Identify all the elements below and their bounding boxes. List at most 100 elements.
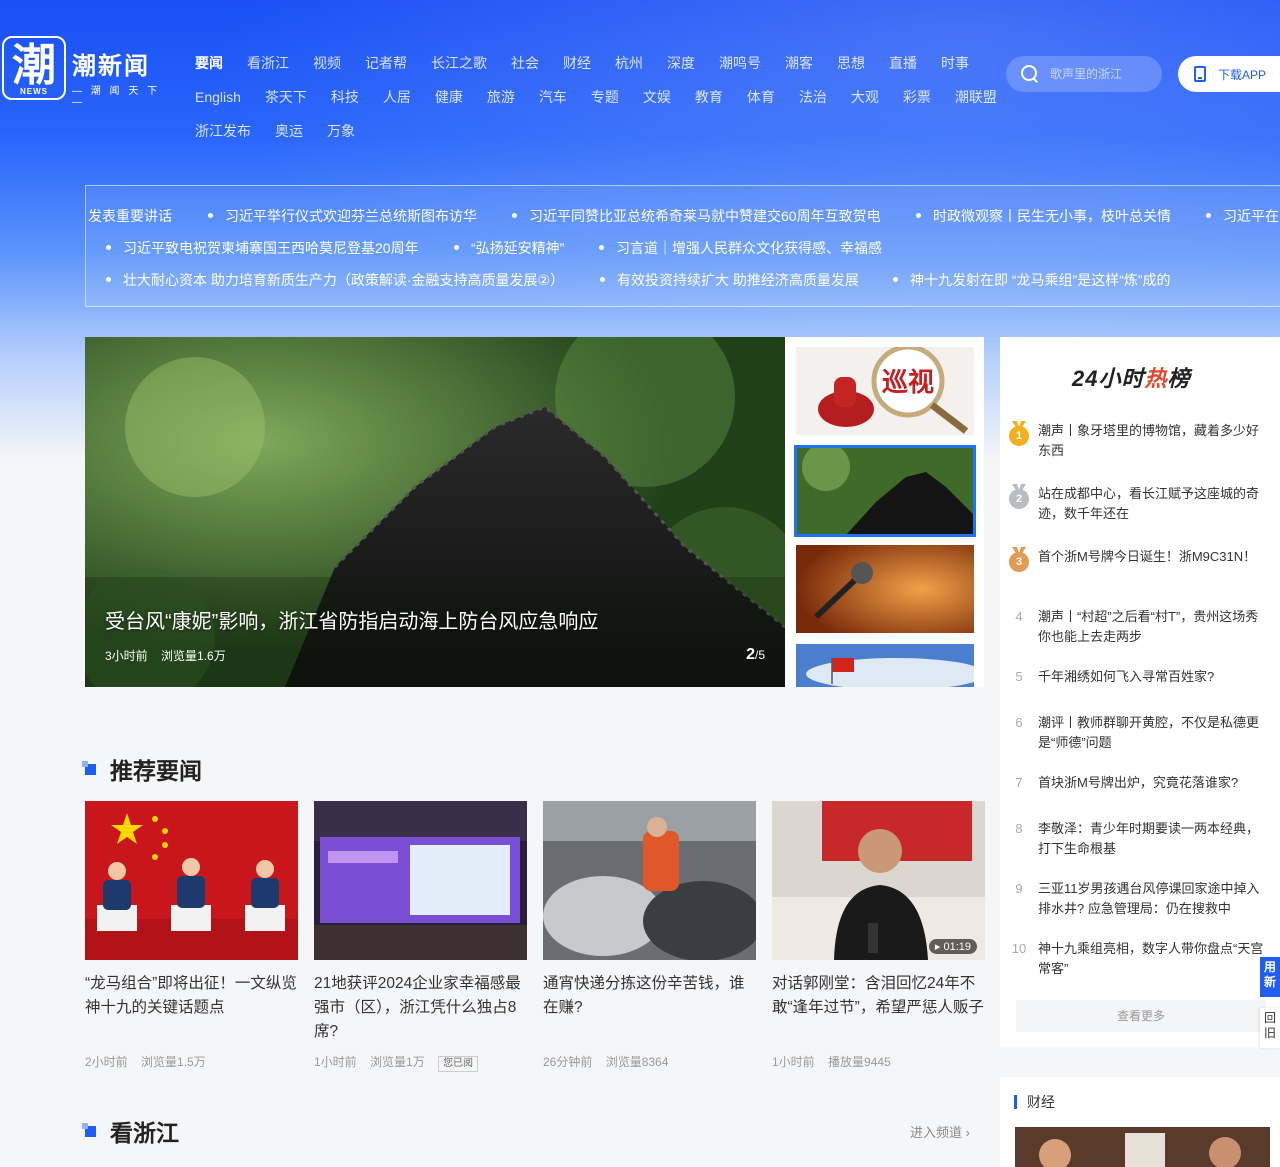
nav-item[interactable]: 大观 bbox=[851, 87, 879, 107]
hot-item[interactable]: 1 潮声丨象牙塔里的博物馆，藏着多少好东西 bbox=[1008, 421, 1273, 461]
bullet-icon bbox=[600, 276, 605, 282]
ticker-text: “弘扬延安精神” bbox=[471, 240, 565, 256]
nav-item[interactable]: English bbox=[195, 89, 241, 105]
hot-item[interactable]: 6 潮评丨教师群聊开黄腔，不仅是私德更是“师德”问题 bbox=[1008, 713, 1273, 753]
news-card-stat: 播放量9445 bbox=[828, 1055, 891, 1069]
nav-item[interactable]: 思想 bbox=[837, 53, 865, 73]
news-card-title[interactable]: 21地获评2024企业家幸福感最强市（区），浙江凭什么独占8席? bbox=[314, 972, 527, 1044]
news-card-meta: 1小时前 浏览量1万 您已阅 bbox=[314, 1053, 488, 1072]
nav-item[interactable]: 文娱 bbox=[643, 87, 671, 107]
nav-item[interactable]: 健康 bbox=[435, 87, 463, 107]
hot-item[interactable]: 3 首个浙M号牌今日诞生！浙M9C31N！ bbox=[1008, 547, 1273, 575]
ticker-item[interactable]: 壮大耐心资本 助力培育新质生产力（政策解读·金融支持高质量发展②） bbox=[106, 270, 564, 290]
nav-item[interactable]: 茶天下 bbox=[265, 87, 307, 107]
nav-item[interactable]: 视频 bbox=[313, 53, 341, 73]
carousel-thumb[interactable] bbox=[796, 545, 974, 633]
bullet-icon bbox=[454, 244, 459, 250]
ticker-item[interactable]: “弘扬延安精神” bbox=[454, 238, 564, 258]
news-card-stat: 浏览量1.5万 bbox=[141, 1055, 206, 1069]
nav-item[interactable]: 要闻 bbox=[195, 53, 223, 73]
ticker-item[interactable]: 时政微观察丨民生无小事，枝叶总关情 bbox=[916, 206, 1171, 226]
news-card-title[interactable]: “龙马组合”即将出征！一文纵览神十九的关键话题点 bbox=[85, 972, 298, 1020]
hot-item-text: 三亚11岁男孩遇台风停课回家途中掉入排水井? 应急管理局：仍在搜救中 bbox=[1038, 881, 1260, 916]
use-new-version-tab[interactable]: 用新 bbox=[1260, 957, 1280, 997]
hot-item[interactable]: 7 首块浙M号牌出炉，究竟花落谁家? bbox=[1008, 773, 1273, 793]
zhejiang-heading: 看浙江 bbox=[82, 1114, 179, 1148]
news-card[interactable]: 21地获评2024企业家幸福感最强市（区），浙江凭什么独占8席? 1小时前 浏览… bbox=[314, 801, 527, 1072]
ticker-item[interactable]: 习近平举行仪式欢迎芬兰总统斯图布访华 bbox=[208, 206, 477, 226]
ticker-item[interactable]: 习近平致电祝贺柬埔寨国王西哈莫尼登基20周年 bbox=[106, 238, 419, 258]
news-card[interactable]: “龙马组合”即将出征！一文纵览神十九的关键话题点 2小时前 浏览量1.5万 bbox=[85, 801, 298, 1069]
nav-item[interactable]: 杭州 bbox=[615, 53, 643, 73]
finance-panel: 财经 bbox=[1000, 1077, 1280, 1167]
nav-item[interactable]: 人居 bbox=[383, 87, 411, 107]
hot-item[interactable]: 4 潮声丨“村超”之后看“村T”，贵州这场秀你也能上去走两步 bbox=[1008, 607, 1273, 647]
carousel-title[interactable]: 受台风“康妮”影响，浙江省防指启动海上防台风应急响应 bbox=[105, 605, 598, 634]
finance-title[interactable]: 财经 bbox=[1014, 1095, 1055, 1109]
news-card-title[interactable]: 对话郭刚堂：含泪回忆24年不敢“逢年过节”，希望严惩人贩子 bbox=[772, 972, 985, 1020]
nav-item[interactable]: 社会 bbox=[511, 53, 539, 73]
search-input[interactable] bbox=[1050, 67, 1160, 81]
ticker-item[interactable]: 习言道｜增强人民群众文化获得感、幸福感 bbox=[599, 238, 882, 258]
finance-image[interactable] bbox=[1015, 1127, 1270, 1167]
hot-item[interactable]: 8 李敬泽：青少年时期要读一两本经典，打下生命根基 bbox=[1008, 819, 1273, 859]
carousel-thumb-active[interactable] bbox=[794, 445, 976, 537]
search-icon[interactable] bbox=[1020, 64, 1040, 84]
logo-name: 潮新闻 bbox=[72, 53, 150, 80]
ticker-item[interactable]: 神十九发射在即 “龙马乘组”是这样“炼”成的 bbox=[893, 270, 1171, 290]
hot-item-text: 潮声丨象牙塔里的博物馆，藏着多少好东西 bbox=[1038, 423, 1260, 458]
download-app-button[interactable]: 下载APP bbox=[1178, 56, 1280, 92]
bullet-icon bbox=[893, 276, 898, 282]
nav-item[interactable]: 长江之歌 bbox=[431, 53, 487, 73]
ticker-item[interactable]: 发表重要讲话 bbox=[88, 206, 172, 226]
nav-item[interactable]: 浙江发布 bbox=[195, 121, 251, 141]
nav-item[interactable]: 潮联盟 bbox=[955, 87, 997, 107]
nav-item[interactable]: 万象 bbox=[327, 121, 355, 141]
logo-slogan: — 潮 闻 天 下 — bbox=[72, 86, 161, 108]
hot-item[interactable]: 2 站在成都中心，看长江赋予这座城的奇迹，数千年还在 bbox=[1008, 484, 1273, 524]
nav-item[interactable]: 直播 bbox=[889, 53, 917, 73]
video-duration: ▸ 01:19 bbox=[928, 939, 977, 954]
nav-item[interactable]: 教育 bbox=[695, 87, 723, 107]
search-box[interactable] bbox=[1006, 56, 1162, 92]
ticker-item[interactable]: 有效投资持续扩大 助推经济高质量发展 bbox=[600, 270, 859, 290]
nav-item[interactable]: 彩票 bbox=[903, 87, 931, 107]
nav-item[interactable]: 看浙江 bbox=[247, 53, 289, 73]
news-card-meta: 1小时前 播放量9445 bbox=[772, 1053, 901, 1070]
ticker-item[interactable]: 习近平同赞比亚总统希奇莱马就中赞建交60周年互致贺电 bbox=[512, 206, 881, 226]
news-card-title[interactable]: 通宵快递分拣这份辛苦钱，谁在赚? bbox=[543, 972, 756, 1020]
nav-item[interactable]: 潮鸣号 bbox=[719, 53, 761, 73]
hot-item[interactable]: 10 神十九乘组亮相，数字人带你盘点“天宫常客” bbox=[1008, 939, 1273, 979]
back-old-version-tab[interactable]: 回旧 bbox=[1260, 1008, 1280, 1048]
nav-item[interactable]: 科技 bbox=[331, 87, 359, 107]
hot-item[interactable]: 9 三亚11岁男孩遇台风停课回家途中掉入排水井? 应急管理局：仍在搜救中 bbox=[1008, 879, 1273, 919]
headline-carousel[interactable]: 受台风“康妮”影响，浙江省防指启动海上防台风应急响应 3小时前 浏览量1.6万 … bbox=[85, 337, 785, 687]
enter-channel-link[interactable]: 进入频道 › bbox=[910, 1122, 970, 1141]
ticker-item[interactable]: 习近平在 bbox=[1206, 206, 1279, 226]
nav-item[interactable]: 体育 bbox=[747, 87, 775, 107]
hot-list-panel: 24小时热榜 1 潮声丨象牙塔里的博物馆，藏着多少好东西 2 站在成都中心，看长… bbox=[1000, 337, 1280, 1047]
hot-item[interactable]: 5 千年湘绣如何飞入寻常百姓家? bbox=[1008, 667, 1273, 687]
nav-item[interactable]: 旅游 bbox=[487, 87, 515, 107]
nav-item[interactable]: 专题 bbox=[591, 87, 619, 107]
news-card[interactable]: ▸ 01:19 对话郭刚堂：含泪回忆24年不敢“逢年过节”，希望严惩人贩子 1小… bbox=[772, 801, 985, 1069]
hot-item-text: 神十九乘组亮相，数字人带你盘点“天宫常客” bbox=[1038, 941, 1264, 976]
nav-item[interactable]: 奥运 bbox=[275, 121, 303, 141]
hot-title-fire: 热 bbox=[1144, 366, 1168, 391]
nav-item[interactable]: 财经 bbox=[563, 53, 591, 73]
carousel-thumb[interactable] bbox=[796, 644, 974, 687]
nav-item[interactable]: 时事 bbox=[941, 53, 969, 73]
main-nav: 要闻 看浙江 视频 记者帮 长江之歌 社会 财经 杭州 深度 潮鸣号 潮客 思想… bbox=[195, 46, 997, 148]
nav-item[interactable]: 记者帮 bbox=[365, 53, 407, 73]
site-logo[interactable]: 潮 NEWS 潮新闻 — 潮 闻 天 下 — bbox=[0, 36, 170, 108]
view-more-button[interactable]: 查看更多 bbox=[1016, 1000, 1266, 1032]
logo-mark: 潮 NEWS bbox=[2, 36, 66, 100]
carousel-views: 浏览量1.6万 bbox=[161, 649, 226, 663]
nav-item[interactable]: 汽车 bbox=[539, 87, 567, 107]
carousel-thumb[interactable]: 巡视 bbox=[796, 347, 974, 435]
bullet-icon bbox=[916, 212, 921, 218]
news-card[interactable]: 通宵快递分拣这份辛苦钱，谁在赚? 26分钟前 浏览量8364 bbox=[543, 801, 756, 1069]
nav-item[interactable]: 潮客 bbox=[785, 53, 813, 73]
nav-item[interactable]: 法治 bbox=[799, 87, 827, 107]
nav-item[interactable]: 深度 bbox=[667, 53, 695, 73]
